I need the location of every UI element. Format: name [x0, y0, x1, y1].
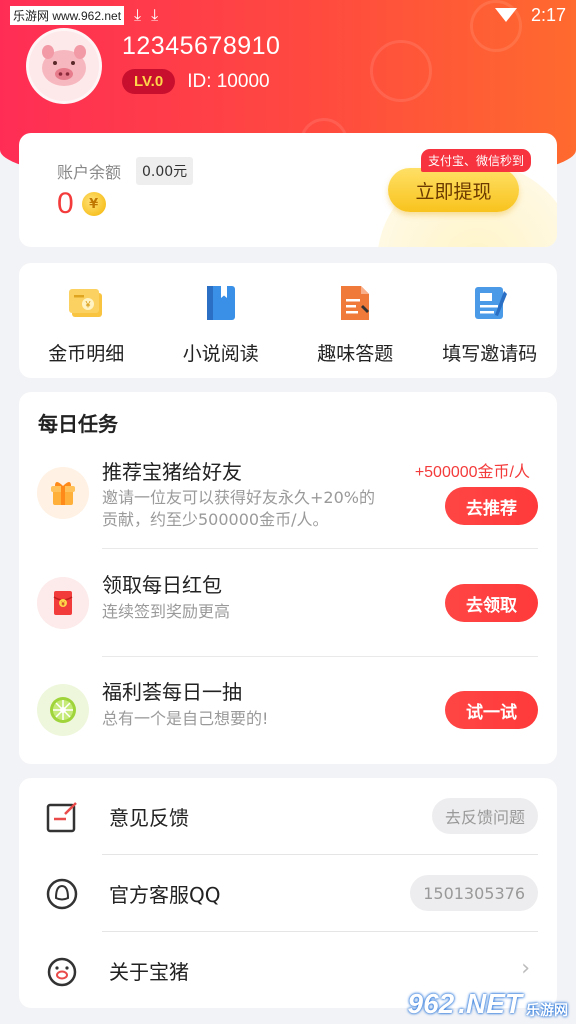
- menu-item-quiz[interactable]: 趣味答题: [288, 263, 423, 378]
- user-phone: 12345678910: [122, 32, 281, 60]
- setting-qq[interactable]: 官方客服QQ 1501305376: [19, 855, 557, 932]
- lucky-wheel-icon: [37, 684, 89, 736]
- settings-card: 意见反馈 去反馈问题 官方客服QQ 1501305376 关于宝猪 ›: [19, 778, 557, 1008]
- task-description-line: 贡献，约至少500000金币/人。: [102, 510, 329, 529]
- menu-item-novel[interactable]: 小说阅读: [154, 263, 289, 378]
- setting-label: 官方客服QQ: [109, 883, 221, 907]
- task-description: 总有一个是自己想要的!: [102, 709, 269, 728]
- download-icon: ⤓: [134, 5, 142, 24]
- status-bar: 乐游网 www.962.net ⤓ ⤓ 2:17: [0, 0, 576, 30]
- invite-code-icon: [470, 283, 510, 323]
- setting-feedback[interactable]: 意见反馈 去反馈问题: [19, 778, 557, 855]
- menu-item-invite-code[interactable]: 填写邀请码: [423, 263, 558, 378]
- watermark-sub: 乐游网: [526, 1002, 568, 1018]
- pig-avatar-icon: [42, 45, 86, 86]
- balance-card: 账户余额 0 ¥ 0.00元 立即提现 支付宝、微信秒到: [19, 133, 557, 247]
- task-red-envelope: ¥ 领取每日红包 连续签到奖励更高 去领取: [19, 549, 557, 657]
- setting-label: 意见反馈: [109, 806, 189, 830]
- profile-header: 12345678910 LV.0 ID: 10000: [26, 28, 280, 104]
- task-title: 福利荟每日一抽: [102, 680, 242, 704]
- decorative-coin-icon: [370, 40, 432, 102]
- withdraw-tip: 支付宝、微信秒到: [420, 149, 531, 172]
- menu-item-label: 小说阅读: [182, 343, 259, 365]
- wifi-icon: [494, 8, 517, 22]
- tasks-title: 每日任务: [38, 412, 118, 436]
- recommend-button[interactable]: 去推荐: [445, 487, 538, 525]
- download-icon: ⤓: [151, 5, 159, 24]
- task-recommend: 推荐宝猪给好友 +500000金币/人 邀请一位友可以获得好友永久+20%的 贡…: [19, 442, 557, 549]
- quiz-icon: [335, 283, 375, 323]
- coin-detail-icon: ¥: [66, 283, 106, 323]
- menu-item-label: 趣味答题: [317, 343, 394, 365]
- quick-menu: ¥ 金币明细 小说阅读 趣味答题 填写邀请码: [19, 263, 557, 378]
- try-button[interactable]: 试一试: [445, 691, 538, 729]
- book-icon: [201, 283, 241, 323]
- watermark-brand: 962: [407, 988, 455, 1019]
- watermark-label: 乐游网 www.962.net: [10, 5, 125, 25]
- task-title: 推荐宝猪给好友: [102, 460, 242, 484]
- pig-icon: [47, 957, 77, 987]
- feedback-pill-button[interactable]: 去反馈问题: [431, 798, 538, 834]
- svg-text:¥: ¥: [85, 300, 92, 310]
- watermark-suffix: .NET: [458, 988, 522, 1019]
- daily-tasks-card: 每日任务 推荐宝猪给好友 +500000金币/人 邀请一位友可以获得好友永久+2…: [19, 392, 557, 764]
- chevron-right-icon: ›: [521, 956, 530, 981]
- menu-item-label: 金币明细: [48, 343, 125, 365]
- task-reward: +500000金币/人: [414, 464, 530, 481]
- menu-item-label: 填写邀请码: [442, 343, 538, 365]
- task-title: 领取每日红包: [102, 573, 222, 597]
- task-description: 连续签到奖励更高: [102, 602, 231, 621]
- site-watermark: 962 .NET 乐游网: [408, 988, 569, 1020]
- task-lucky-draw: 福利荟每日一抽 总有一个是自己想要的! 试一试: [19, 656, 557, 763]
- balance-label: 账户余额: [57, 163, 122, 182]
- task-description: 邀请一位友可以获得好友永久+20%的 贡献，约至少500000金币/人。: [102, 487, 375, 531]
- qq-number-pill[interactable]: 1501305376: [410, 875, 538, 911]
- coin-balance: 0: [57, 187, 74, 220]
- menu-item-coin-detail[interactable]: ¥ 金币明细: [19, 263, 154, 378]
- qq-icon: [46, 878, 78, 910]
- task-description-line: 邀请一位友可以获得好友永久+20%的: [102, 488, 375, 507]
- coin-icon: ¥: [81, 192, 106, 216]
- withdraw-button[interactable]: 立即提现: [388, 168, 519, 212]
- setting-label: 关于宝猪: [109, 960, 189, 984]
- gift-icon: [37, 467, 89, 519]
- rmb-balance: 0.00元: [136, 157, 194, 185]
- feedback-icon: [46, 802, 77, 833]
- user-id: ID: 10000: [187, 70, 270, 92]
- claim-button[interactable]: 去领取: [445, 584, 538, 622]
- level-badge: LV.0: [122, 69, 176, 94]
- clock: 2:17: [530, 4, 566, 25]
- red-envelope-icon: ¥: [37, 577, 89, 629]
- avatar[interactable]: [26, 28, 102, 104]
